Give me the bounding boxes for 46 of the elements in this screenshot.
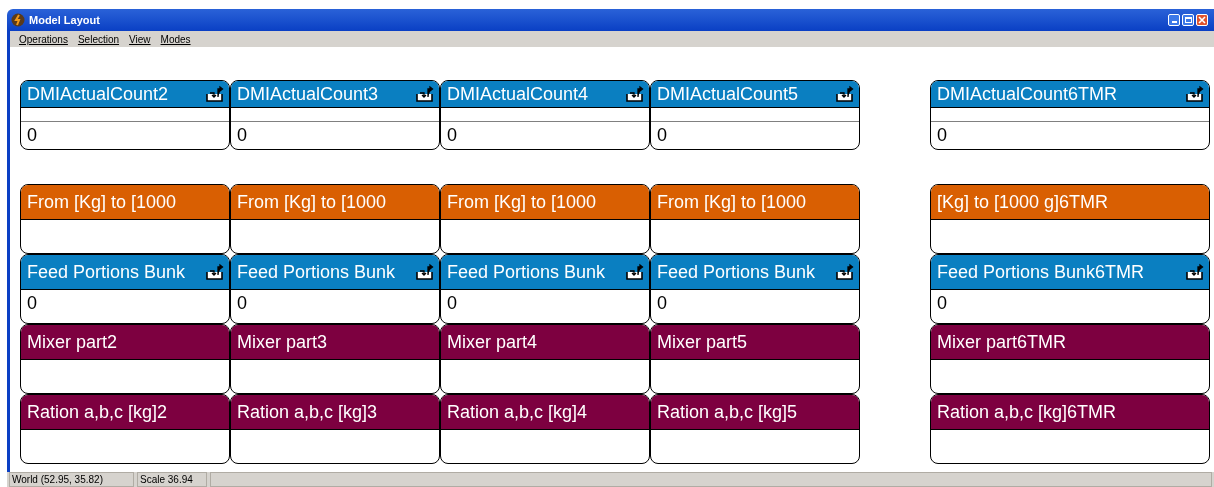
minimize-button[interactable] [1168,14,1180,26]
node-title: Ration a,b,c [kg]5 [657,403,799,421]
node-title: Ration a,b,c [kg]6TMR [937,403,1118,421]
node-value: 0 [236,124,247,144]
node-title: Feed Portions Bunk6TMR [937,263,1146,281]
node-title: From [Kg] to [1000 [237,193,388,211]
node-title: From [Kg] to [1000 [27,193,178,211]
node-title: From [Kg] to [1000 [447,193,598,211]
node-title: Mixer part6TMR [937,333,1067,351]
node-value: 0 [26,124,37,144]
menu-item[interactable]: View [129,31,151,47]
node-value: 0 [26,292,37,312]
node-title: Mixer part4 [447,333,539,351]
node-title: DMIActualCount2 [27,85,170,103]
node-title: DMIActualCount6TMR [937,85,1119,103]
node-title: DMIActualCount3 [237,85,380,103]
node-title: Mixer part2 [27,333,119,351]
node-title: Mixer part5 [657,333,749,351]
node-title: DMIActualCount4 [447,85,590,103]
node-title: Mixer part3 [237,333,329,351]
node-value: 0 [656,292,667,312]
node-value: 0 [656,124,667,144]
maximize-button[interactable] [1182,14,1194,26]
node-title: Feed Portions Bunk [657,263,817,281]
node-value: 0 [236,292,247,312]
menu-item[interactable]: Selection [77,31,120,47]
node-title: Feed Portions Bunk [447,263,607,281]
node-title: DMIActualCount5 [657,85,800,103]
close-button[interactable] [1196,14,1208,26]
app-icon [11,13,25,27]
node-title: Feed Portions Bunk [27,263,187,281]
node-title: Feed Portions Bunk [237,263,397,281]
status-panel: Scale 36.94 [137,472,207,487]
menu-item[interactable]: Modes [160,31,191,47]
window-title: Model Layout [29,12,100,28]
node-title: Ration a,b,c [kg]2 [27,403,169,421]
node-value: 0 [936,124,947,144]
status-panel: World (52.95, 35.82) [9,472,134,487]
menu-item[interactable]: Operations [19,31,68,47]
node-title: Ration a,b,c [kg]4 [447,403,589,421]
node-title: From [Kg] to [1000 [657,193,808,211]
node-value: 0 [446,124,457,144]
node-value: 0 [936,292,947,312]
node-value: 0 [446,292,457,312]
node-title: Ration a,b,c [kg]3 [237,403,379,421]
node-title: [Kg] to [1000 g]6TMR [937,193,1110,211]
